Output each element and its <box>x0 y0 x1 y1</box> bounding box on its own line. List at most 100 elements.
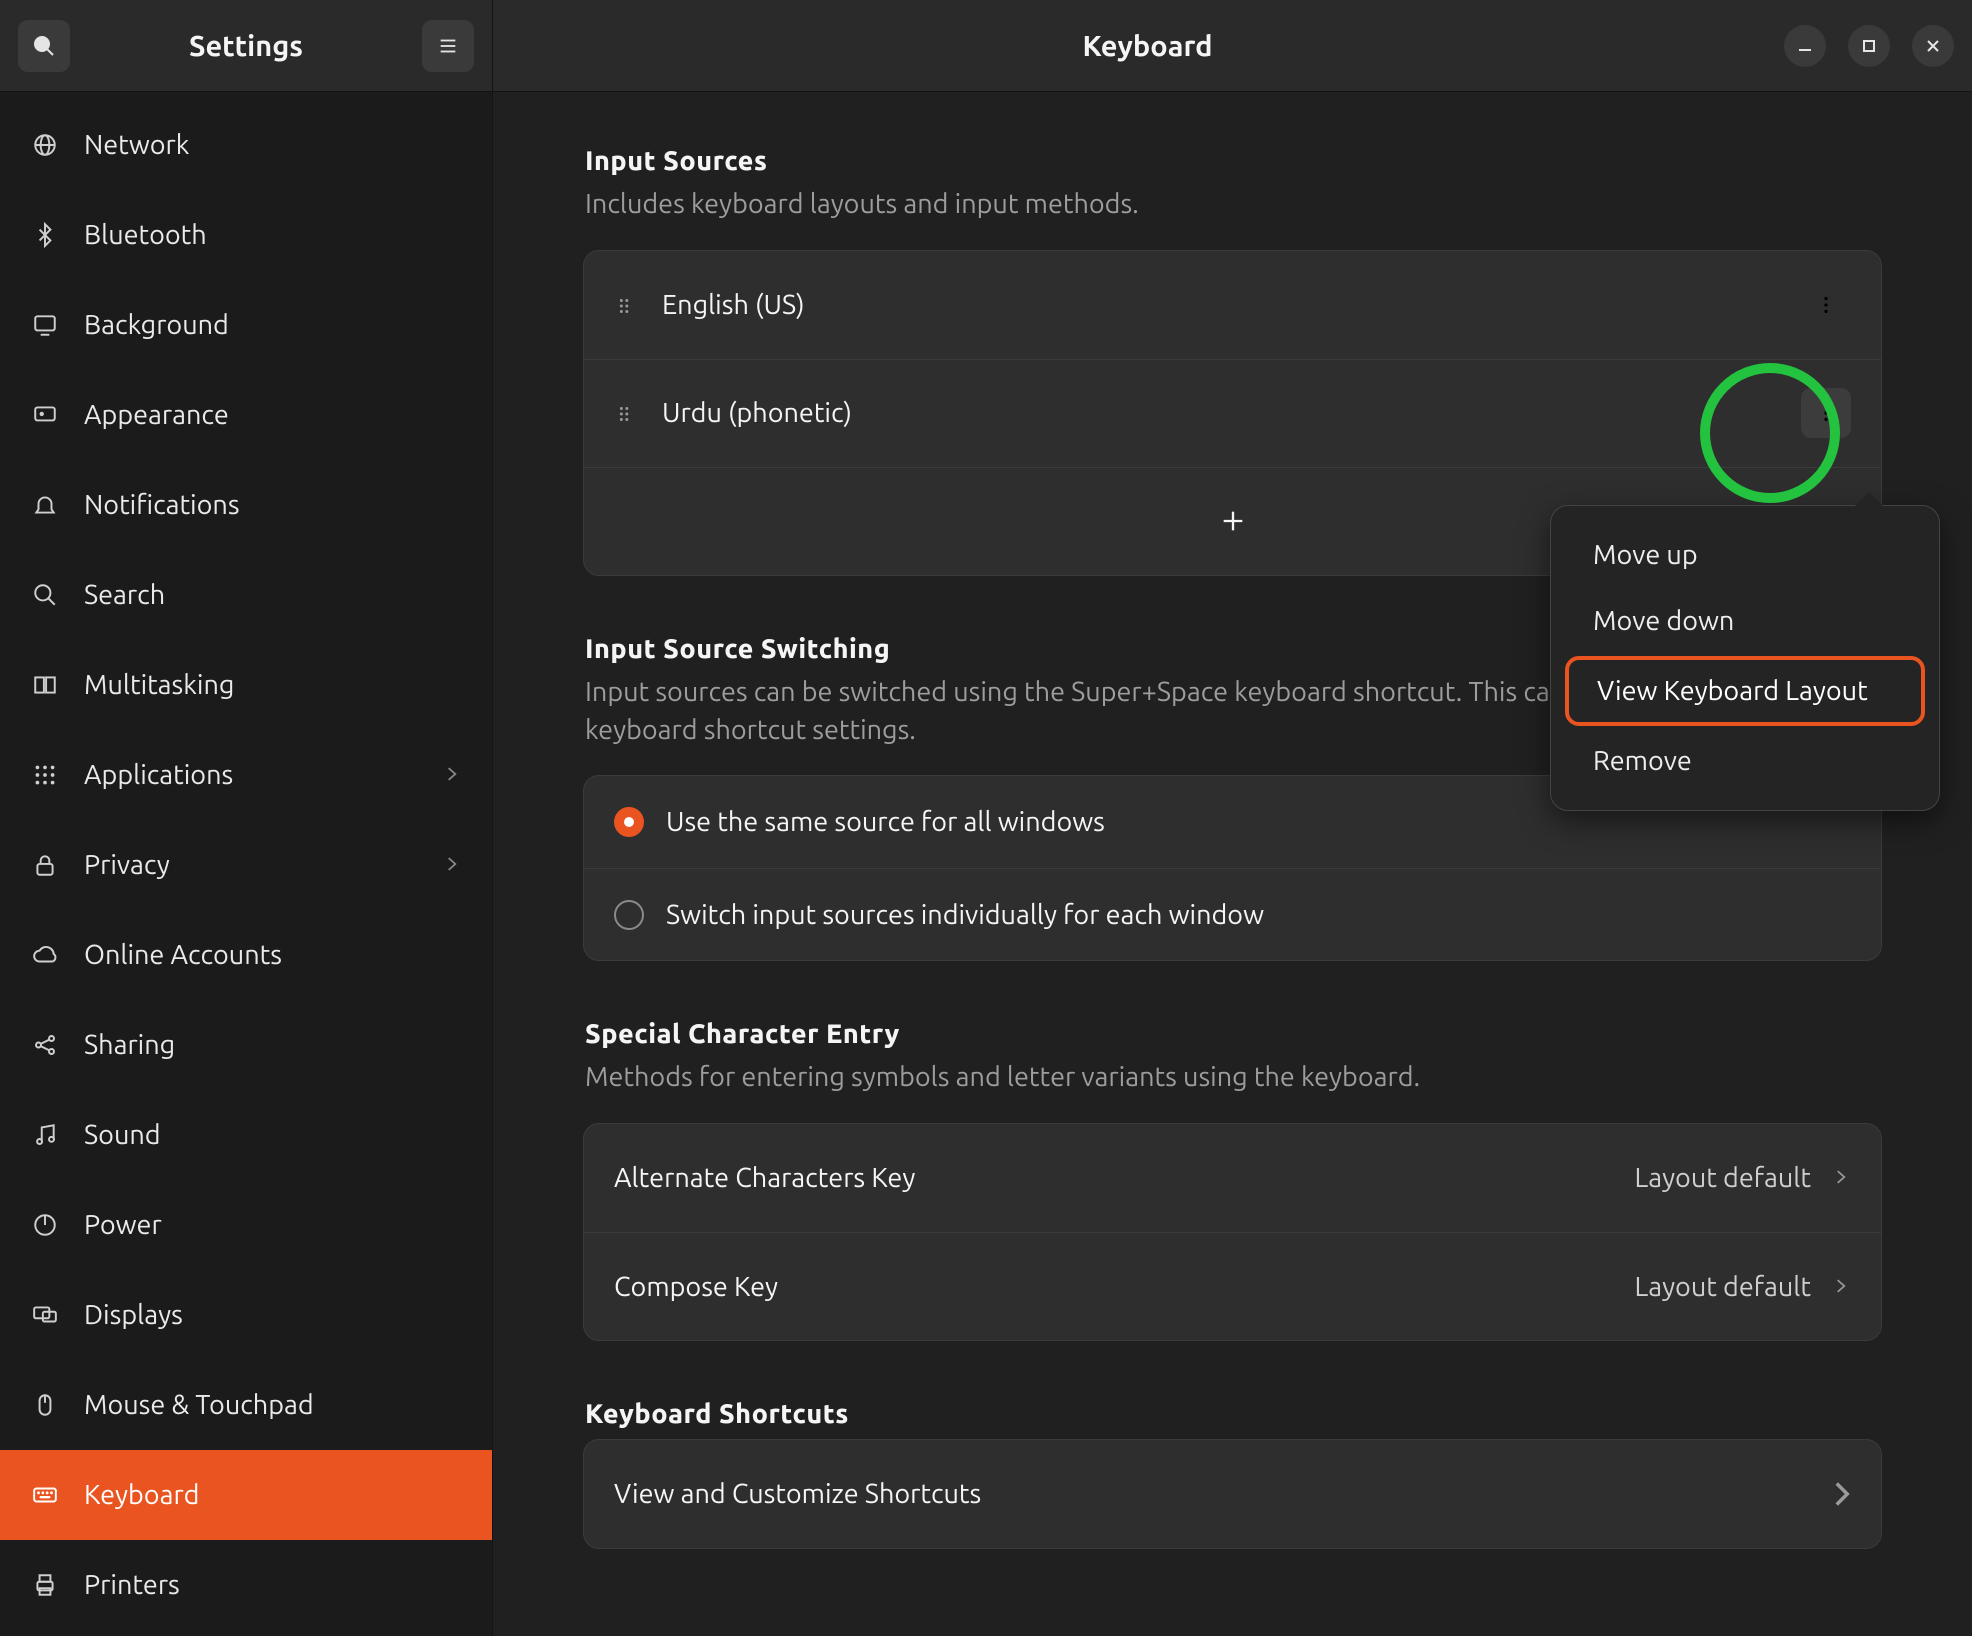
special-entry-row[interactable]: Alternate Characters KeyLayout default <box>584 1124 1881 1232</box>
sidebar-item-label: Mouse & Touchpad <box>84 1390 314 1420</box>
apps-icon <box>32 762 58 788</box>
sidebar-item-online-accounts[interactable]: Online Accounts <box>0 910 492 1000</box>
displays-icon <box>32 1302 58 1328</box>
drag-handle-icon[interactable] <box>614 401 638 425</box>
shortcuts-title: Keyboard Shortcuts <box>585 1399 1882 1429</box>
special-entry-row[interactable]: Compose KeyLayout default <box>584 1232 1881 1340</box>
bluetooth-icon <box>30 220 60 250</box>
chevron-right-icon <box>442 764 462 784</box>
sidebar-item-multitasking[interactable]: Multitasking <box>0 640 492 730</box>
sidebar-item-appearance[interactable]: Appearance <box>0 370 492 460</box>
input-sources-title: Input Sources <box>585 146 1882 176</box>
window-close-button[interactable] <box>1912 25 1954 67</box>
sidebar-item-label: Printers <box>84 1570 180 1600</box>
power-icon <box>30 1210 60 1240</box>
more-vertical-icon <box>1815 294 1837 316</box>
drag-handle-icon <box>614 403 636 425</box>
keyboard-icon <box>32 1482 58 1508</box>
input-source-more-button[interactable] <box>1801 388 1851 438</box>
special-title: Special Character Entry <box>585 1019 1882 1049</box>
chevron-right-icon <box>1831 1272 1851 1302</box>
cloud-icon <box>32 942 58 968</box>
input-source-label: English (US) <box>662 290 1801 320</box>
sidebar-item-power[interactable]: Power <box>0 1180 492 1270</box>
sidebar-item-search[interactable]: Search <box>0 550 492 640</box>
window-controls <box>1784 25 1954 67</box>
monitor-icon <box>30 310 60 340</box>
appearance-icon <box>32 402 58 428</box>
printer-icon <box>30 1570 60 1600</box>
sidebar-item-mouse[interactable]: Mouse & Touchpad <box>0 1360 492 1450</box>
titlebar: Settings Keyboard <box>0 0 1972 92</box>
drag-handle-icon[interactable] <box>614 293 638 317</box>
sidebar-item-notifications[interactable]: Notifications <box>0 460 492 550</box>
drag-handle-icon <box>614 295 636 317</box>
chevron-right-icon <box>1831 1167 1851 1187</box>
page-title: Keyboard <box>511 30 1784 62</box>
sidebar-item-label: Search <box>84 580 165 610</box>
chevron-right-icon <box>1833 1480 1851 1508</box>
more-vertical-icon <box>1815 402 1837 424</box>
sidebar-item-sharing[interactable]: Sharing <box>0 1000 492 1090</box>
sidebar-item-label: Appearance <box>84 400 229 430</box>
radio-button[interactable] <box>614 900 644 930</box>
sidebar-item-applications[interactable]: Applications <box>0 730 492 820</box>
sidebar-item-label: Applications <box>84 760 233 790</box>
sidebar-item-displays[interactable]: Displays <box>0 1270 492 1360</box>
search-button[interactable] <box>18 20 70 72</box>
sidebar-item-background[interactable]: Background <box>0 280 492 370</box>
mouse-icon <box>30 1390 60 1420</box>
globe-icon <box>30 130 60 160</box>
sidebar[interactable]: Network Bluetooth Background Appearance Noti… <box>0 92 493 1636</box>
titlebar-content-header: Keyboard <box>493 0 1972 91</box>
hamburger-menu-button[interactable] <box>422 20 474 72</box>
sidebar-item-privacy[interactable]: Privacy <box>0 820 492 910</box>
sidebar-item-label: Notifications <box>84 490 240 520</box>
sidebar-item-network[interactable]: Network <box>0 100 492 190</box>
sidebar-item-label: Bluetooth <box>84 220 207 250</box>
music-icon <box>32 1122 58 1148</box>
radio-button[interactable] <box>614 807 644 837</box>
apps-icon <box>30 760 60 790</box>
special-entry-label: Alternate Characters Key <box>614 1163 1634 1193</box>
sidebar-item-label: Keyboard <box>84 1480 199 1510</box>
popover-item-move-down[interactable]: Move down <box>1565 590 1925 652</box>
minimize-icon <box>1797 38 1813 54</box>
sidebar-item-printers[interactable]: Printers <box>0 1540 492 1630</box>
special-entry-label: Compose Key <box>614 1272 1634 1302</box>
special-entry-value: Layout default <box>1634 1163 1811 1193</box>
cloud-icon <box>30 940 60 970</box>
popover-item-remove[interactable]: Remove <box>1565 730 1925 792</box>
sidebar-item-label: Sound <box>84 1120 161 1150</box>
bell-icon <box>32 492 58 518</box>
special-desc: Methods for entering symbols and letter … <box>585 1059 1882 1097</box>
popover-item-view-layout[interactable]: View Keyboard Layout <box>1565 656 1925 726</box>
app-body: Network Bluetooth Background Appearance Noti… <box>0 92 1972 1636</box>
popover-item-move-up[interactable]: Move up <box>1565 524 1925 586</box>
sidebar-item-sound[interactable]: Sound <box>0 1090 492 1180</box>
sidebar-item-bluetooth[interactable]: Bluetooth <box>0 190 492 280</box>
input-source-row: Urdu (phonetic) <box>584 359 1881 467</box>
power-icon <box>32 1212 58 1238</box>
share-icon <box>32 1032 58 1058</box>
sidebar-item-label: Multitasking <box>84 670 234 700</box>
switching-option-row[interactable]: Switch input sources individually for ea… <box>584 868 1881 960</box>
maximize-icon <box>1862 39 1876 53</box>
appearance-icon <box>30 400 60 430</box>
input-source-more-button[interactable] <box>1801 280 1851 330</box>
special-card: Alternate Characters KeyLayout defaultCo… <box>583 1123 1882 1341</box>
sidebar-item-keyboard[interactable]: Keyboard <box>0 1450 492 1540</box>
switching-option-label: Use the same source for all windows <box>666 807 1851 837</box>
sidebar-item-label: Sharing <box>84 1030 175 1060</box>
content-area: Input Sources Includes keyboard layouts … <box>493 92 1972 1636</box>
bell-icon <box>30 490 60 520</box>
music-icon <box>30 1120 60 1150</box>
close-icon <box>1926 39 1940 53</box>
window-maximize-button[interactable] <box>1848 25 1890 67</box>
view-shortcuts-label: View and Customize Shortcuts <box>614 1479 1833 1509</box>
view-shortcuts-row[interactable]: View and Customize Shortcuts <box>584 1440 1881 1548</box>
chevron-right-icon <box>1831 1163 1851 1193</box>
multitask-icon <box>32 672 58 698</box>
lock-icon <box>30 850 60 880</box>
window-minimize-button[interactable] <box>1784 25 1826 67</box>
